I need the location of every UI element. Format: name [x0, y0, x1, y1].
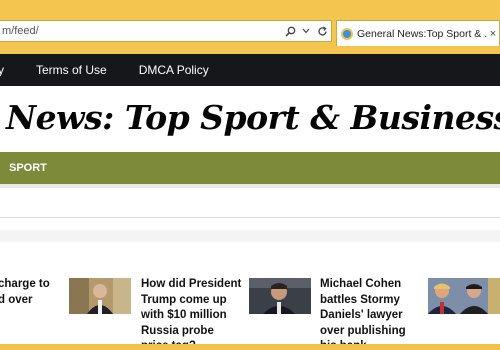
article-title-text[interactable]: charge to d over [0, 278, 50, 306]
ie-logo-icon [341, 27, 353, 40]
browser-chrome: m/feed/ General News:Top Sport & ... × [0, 0, 500, 54]
article-title[interactable]: Michael Cohen battles Stormy Daniels' la… [320, 277, 420, 344]
tab-title: General News:Top Sport & ... [357, 27, 487, 40]
category-sport[interactable]: SPORT [9, 162, 47, 174]
category-bar: SPORT [0, 152, 500, 184]
article-thumbnail[interactable] [428, 278, 500, 314]
section-divider [0, 230, 500, 242]
nav-link-policy[interactable]: y [0, 63, 4, 77]
close-icon[interactable]: × [487, 28, 499, 40]
address-bar[interactable]: m/feed/ [0, 20, 332, 42]
nav-link-terms[interactable]: Terms of Use [36, 63, 107, 77]
search-icon[interactable] [283, 23, 297, 39]
article-title-text[interactable]: How did President Trump come up with $10… [141, 278, 241, 344]
browser-bottom-frame [0, 344, 500, 350]
top-navigation: y Terms of Use DMCA Policy [0, 54, 500, 86]
spacer [0, 218, 500, 230]
site-header: News: Top Sport & Business Ne [0, 86, 500, 152]
article-thumbnail[interactable] [249, 278, 311, 314]
web-page: y Terms of Use DMCA Policy News: Top Spo… [0, 54, 500, 344]
article-thumbnail[interactable] [69, 278, 131, 314]
site-title[interactable]: News: Top Sport & Business Ne [6, 98, 500, 137]
article-title-text[interactable]: Michael Cohen battles Stormy Daniels' la… [320, 278, 406, 344]
search-row[interactable] [0, 188, 500, 218]
nav-link-dmca[interactable]: DMCA Policy [139, 63, 209, 77]
refresh-icon[interactable] [315, 23, 329, 39]
article-title[interactable]: charge to d over [0, 277, 58, 308]
address-text[interactable]: m/feed/ [0, 25, 283, 37]
chevron-down-icon[interactable] [299, 23, 313, 39]
browser-tab[interactable]: General News:Top Sport & ... × [336, 20, 500, 46]
article-list: charge to d over How did President Trump… [0, 261, 500, 344]
article-title[interactable]: How did President Trump come up with $10… [141, 277, 246, 344]
